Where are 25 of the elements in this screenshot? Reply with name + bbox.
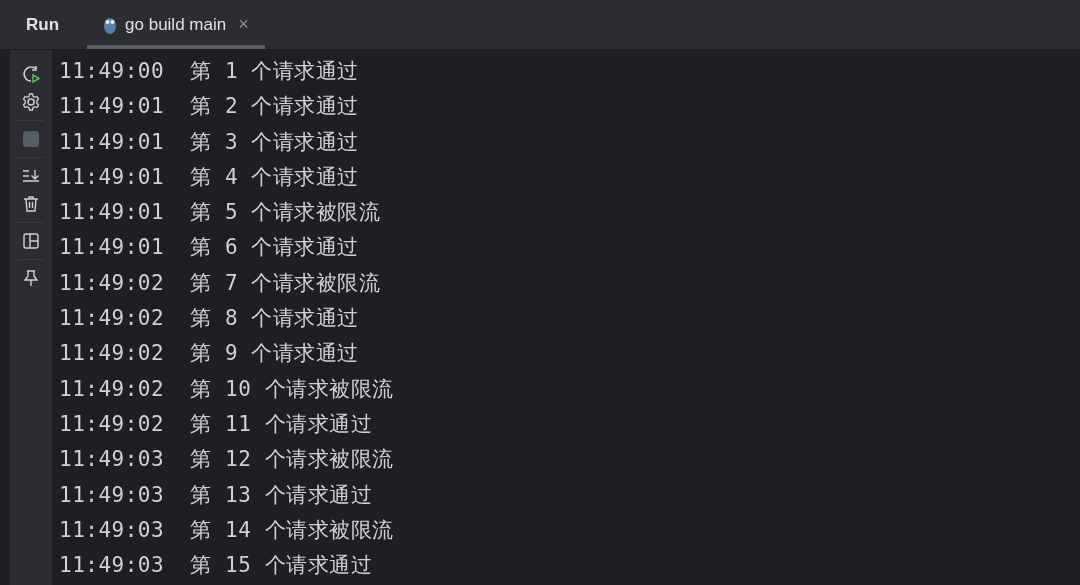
- console-line: 11:49:02 第 8 个请求通过: [59, 305, 359, 333]
- console-line: 11:49:03 第 13 个请求通过: [59, 481, 372, 509]
- console-line: 11:49:03 第 12 个请求被限流: [59, 446, 394, 474]
- tab-label: go build main: [125, 13, 227, 36]
- console-line: 11:49:02 第 11 个请求通过: [59, 410, 372, 438]
- rerun-icon[interactable]: [21, 64, 41, 84]
- pin-icon[interactable]: [21, 268, 41, 288]
- run-tab[interactable]: go build main ×: [87, 0, 265, 49]
- console-line: 11:49:01 第 5 个请求被限流: [59, 199, 381, 227]
- layout-icon[interactable]: [21, 231, 41, 251]
- console-line: 11:49:01 第 3 个请求通过: [59, 128, 359, 156]
- console-line: 11:49:01 第 2 个请求通过: [59, 93, 359, 121]
- console-line: 11:49:02 第 9 个请求通过: [59, 340, 359, 368]
- console-line: 11:49:01 第 4 个请求通过: [59, 163, 359, 191]
- console-line: 11:49:03 第 15 个请求通过: [59, 552, 372, 580]
- settings-icon[interactable]: [21, 92, 41, 112]
- console-line: 11:49:01 第 6 个请求通过: [59, 234, 359, 262]
- console-line: 11:49:02 第 10 个请求被限流: [59, 375, 394, 403]
- panel-title: Run: [26, 13, 60, 36]
- console-line: 11:49:03 第 14 个请求被限流: [59, 516, 394, 544]
- gopher-icon: [103, 15, 118, 34]
- trash-icon[interactable]: [21, 194, 41, 214]
- console-line: 11:49:00 第 1 个请求通过: [59, 58, 359, 85]
- close-icon[interactable]: ×: [238, 11, 249, 38]
- console-line: 11:49:02 第 7 个请求被限流: [59, 269, 381, 297]
